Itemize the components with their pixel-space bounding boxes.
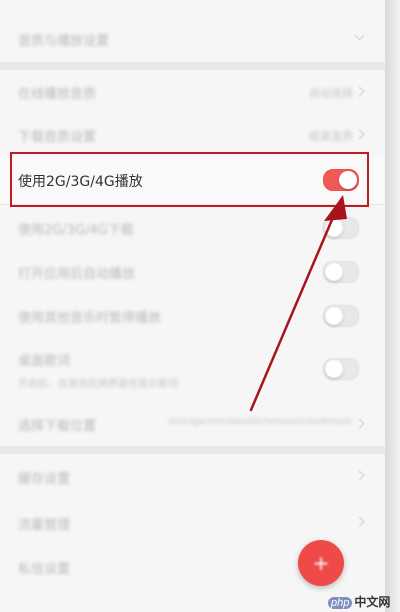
section-divider: [0, 62, 385, 70]
watermark: php 中文网: [328, 593, 390, 610]
section-divider: [0, 446, 385, 454]
settings-row-download-location[interactable]: 选择下载位置 /storage/emulated/0/netease/cloud…: [0, 400, 385, 447]
settings-row-label: 流量管理: [18, 518, 71, 533]
chevron-right-icon: [354, 129, 365, 140]
watermark-brand: php: [328, 597, 353, 609]
chevron-right-icon: [354, 86, 365, 97]
settings-row-label: 在线播放音质: [18, 87, 97, 102]
plus-icon: +: [312, 551, 330, 575]
settings-row-pause-on-other[interactable]: 使用其他音乐时暂停播放: [0, 294, 385, 339]
settings-row-value: /storage/emulated/0/netease/cloudmusic: [168, 417, 353, 427]
settings-row-subtitle: 开启后，在其他应用界面也显示歌词: [18, 379, 178, 390]
chevron-right-icon: [354, 516, 365, 527]
settings-row-desktop-lyrics[interactable]: 桌面歌词 开启后，在其他应用界面也显示歌词: [0, 338, 385, 401]
settings-row-traffic[interactable]: 流量管理: [0, 500, 385, 545]
watermark-site: 中文网: [354, 595, 391, 609]
settings-row-value: 自动选择: [309, 87, 353, 100]
settings-row-value: 极高音质: [309, 130, 353, 143]
highlight-box: [10, 152, 369, 207]
settings-row-label: 选择下载位置: [18, 419, 97, 434]
settings-row-label: 桌面歌词: [18, 354, 71, 369]
floating-action-button[interactable]: +: [298, 540, 344, 586]
settings-row-quality[interactable]: 音质与播放设置: [0, 0, 385, 63]
auto-play-toggle[interactable]: [323, 261, 359, 283]
settings-row-download-quality[interactable]: 下载音质设置 极高音质: [0, 114, 385, 157]
mobile-download-toggle[interactable]: [323, 217, 359, 239]
settings-screen: 音质与播放设置 在线播放音质 自动选择 下载音质设置 极高音质 使用2G/3G/…: [0, 0, 385, 612]
settings-row-label: 使用其他音乐时暂停播放: [18, 311, 162, 326]
settings-row-cache[interactable]: 缓存设置: [0, 454, 385, 501]
settings-row-mobile-download[interactable]: 使用2G/3G/4G下载: [0, 206, 385, 251]
screen-edge: [385, 0, 400, 612]
settings-row-online-quality[interactable]: 在线播放音质 自动选择: [0, 70, 385, 115]
chevron-right-icon: [354, 470, 365, 481]
chevron-right-icon: [354, 418, 365, 429]
settings-row-auto-play[interactable]: 打开应用后自动播放: [0, 250, 385, 295]
desktop-lyrics-toggle[interactable]: [323, 358, 359, 380]
settings-row-label: 使用2G/3G/4G下载: [18, 223, 134, 238]
settings-row-label: 音质与播放设置: [18, 34, 110, 49]
settings-row-label: 下载音质设置: [18, 130, 97, 145]
chevron-down-icon: [354, 30, 365, 41]
settings-row-label: 私信设置: [18, 562, 71, 577]
settings-row-label: 打开应用后自动播放: [18, 267, 136, 282]
settings-row-label: 缓存设置: [18, 472, 71, 487]
pause-on-other-toggle[interactable]: [323, 305, 359, 327]
